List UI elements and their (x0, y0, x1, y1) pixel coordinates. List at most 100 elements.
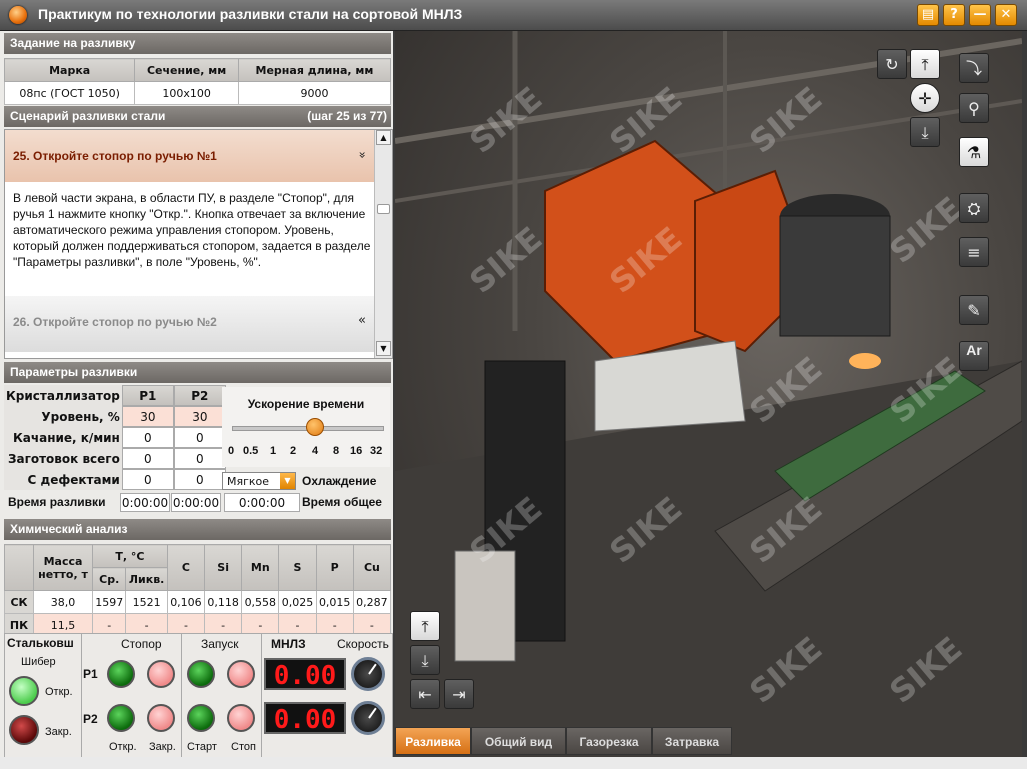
tab-dummy-bar[interactable]: Затравка (652, 727, 732, 755)
t-avg-header: Ср. (91, 567, 127, 591)
task-title: Задание на разливку (10, 36, 136, 50)
scroll-thumb[interactable] (377, 204, 390, 214)
params-header: Параметры разливки (4, 362, 391, 383)
time-row: Время разливки 0:00:00 0:00:00 0:00:00 В… (4, 493, 391, 513)
stopper-open-p2-button[interactable] (107, 704, 135, 732)
cu-value: 0,287 (352, 590, 392, 614)
accel-tick: 32 (370, 445, 383, 457)
manual-icon[interactable]: ▤ (917, 4, 939, 26)
accel-slider-knob[interactable] (306, 418, 324, 436)
mn-value: 0,558 (241, 590, 280, 614)
accel-ticks: 0 0.5 1 2 4 8 16 32 (226, 445, 388, 459)
gate-close-button[interactable] (9, 715, 39, 745)
scenario-title: Сценарий разливки стали (10, 109, 166, 123)
window-bottom-edge (0, 757, 1027, 769)
close-button[interactable]: ✕ (995, 4, 1017, 26)
accel-tick: 0 (228, 445, 235, 457)
row-label: СК (4, 590, 34, 614)
expand-chevron-icon[interactable]: « (358, 313, 366, 328)
mass-header: Масса нетто, т (33, 544, 93, 591)
tab-overview[interactable]: Общий вид (471, 727, 566, 755)
stopper-label: Стопор (121, 637, 162, 651)
sample-tool-icon[interactable]: ⚲ (959, 93, 989, 123)
gate-open-button[interactable] (9, 676, 39, 706)
accel-tick: 16 (350, 445, 363, 457)
start-p2-button[interactable] (187, 704, 215, 732)
params-panel: Кристаллизатор Р1 Р2 Уровень, % 30 30 Ка… (4, 385, 391, 517)
stop-p1-button[interactable] (227, 660, 255, 688)
stopper-close-p2-button[interactable] (147, 704, 175, 732)
gate-close-label: Закр. (45, 726, 72, 738)
speed-p1-display: 0.00 (264, 658, 346, 691)
reset-view-icon[interactable]: ↻ (877, 49, 907, 79)
move-right-icon[interactable]: ⇥ (444, 679, 474, 709)
stop-p2-button[interactable] (227, 704, 255, 732)
minimize-button[interactable]: — (969, 4, 991, 26)
title-bar: Практикум по технологии разливки стали н… (0, 0, 1027, 31)
c-value: 0,106 (166, 590, 206, 614)
scenario-scrollbar[interactable]: ▲ ▼ (374, 130, 392, 358)
defects-p2: 0 (173, 469, 226, 490)
move-up-icon[interactable]: ⤒ (410, 611, 440, 641)
p2-header: Р2 (173, 385, 226, 406)
chem-panel: Масса нетто, т Т, °С C Si Mn S P Cu Ср. … (4, 544, 392, 637)
speed-p2-knob[interactable] (351, 701, 385, 735)
ladle-pour-icon[interactable]: ⤵ (959, 53, 989, 83)
camera-up-icon[interactable]: ⤒ (910, 49, 940, 79)
casting-time-p1: 0:00:00 (120, 493, 170, 512)
scenario-next-step[interactable]: 26. Откройте стопор по ручью №2 « (5, 296, 374, 352)
accel-tick: 8 (333, 445, 340, 457)
scroll-down-icon[interactable]: ▼ (376, 341, 391, 356)
casting-time-p2: 0:00:00 (171, 493, 221, 512)
scene-viewport[interactable]: SIKE SIKE SIKE SIKE SIKE SIKE SIKE SIKE … (395, 31, 1022, 758)
step-description: В левой части экрана, в области ПУ, в ра… (13, 191, 371, 269)
accel-tick: 1 (270, 445, 277, 457)
defects-label: С дефектами (4, 469, 122, 490)
total-time-value: 0:00:00 (224, 493, 300, 512)
camera-down-icon[interactable]: ⤓ (910, 117, 940, 147)
move-down-icon[interactable]: ⤓ (410, 645, 440, 675)
help-button[interactable]: ? (943, 4, 965, 26)
c-header: C (166, 544, 206, 591)
strand-2-label: Р2 (83, 712, 98, 726)
level-p2-input[interactable]: 30 (173, 406, 226, 427)
mold-label: Кристаллизатор (4, 385, 122, 406)
billets-total-p2: 0 (173, 448, 226, 469)
dropdown-arrow-icon[interactable]: ▼ (280, 473, 295, 489)
start-caption: Старт (187, 741, 217, 753)
move-left-icon[interactable]: ⇤ (410, 679, 440, 709)
collapse-chevron-icon[interactable]: » (355, 151, 369, 158)
oscillation-p1-value: 0 (121, 427, 174, 448)
task-table: Марка Сечение, мм Мерная длина, мм 08пс … (3, 58, 392, 105)
scenario-current-step[interactable]: 25. Откройте стопор по ручью №1 » (5, 130, 374, 182)
app-logo-icon (9, 6, 27, 24)
table-row: СК 38,0 1597 1521 0,106 0,118 0,558 0,02… (4, 590, 392, 614)
tundish-icon[interactable]: ⛭ (959, 193, 989, 223)
cooling-select[interactable]: Мягкое ▼ (222, 472, 296, 490)
parameters-list-icon[interactable]: ≡ (959, 237, 989, 267)
params-table: Кристаллизатор Р1 Р2 Уровень, % 30 30 Ка… (4, 385, 226, 490)
p1-header: Р1 (121, 385, 174, 406)
cooling-value: Мягкое (227, 475, 270, 488)
tab-casting[interactable]: Разливка (395, 727, 471, 755)
accel-tick: 0.5 (243, 445, 259, 457)
stopper-open-p1-button[interactable] (107, 660, 135, 688)
tab-gas-cutter[interactable]: Газорезка (566, 727, 652, 755)
start-p1-button[interactable] (187, 660, 215, 688)
casting-time-label: Время разливки (8, 495, 106, 509)
speed-p2-display: 0.00 (264, 702, 346, 735)
stopper-close-p1-button[interactable] (147, 660, 175, 688)
task-col-section: Сечение, мм (134, 58, 239, 82)
level-p1-input[interactable]: 30 (121, 406, 174, 427)
cutter-disabled-icon[interactable]: ✎ (959, 295, 989, 325)
speed-p1-knob[interactable] (351, 657, 385, 691)
scroll-up-icon[interactable]: ▲ (376, 130, 391, 145)
chem-table: Масса нетто, т Т, °С C Si Mn S P Cu Ср. … (4, 544, 392, 637)
camera-move-icon[interactable]: ✛ (910, 83, 940, 113)
s-value: 0,025 (278, 590, 317, 614)
billets-total-label: Заготовок всего (4, 448, 122, 469)
oscillation-p2-value: 0 (173, 427, 226, 448)
chemistry-flask-icon[interactable]: ⚗ (959, 137, 989, 167)
t-liq-header: Ликв. (125, 567, 168, 591)
argon-icon[interactable]: Ar (959, 341, 989, 371)
